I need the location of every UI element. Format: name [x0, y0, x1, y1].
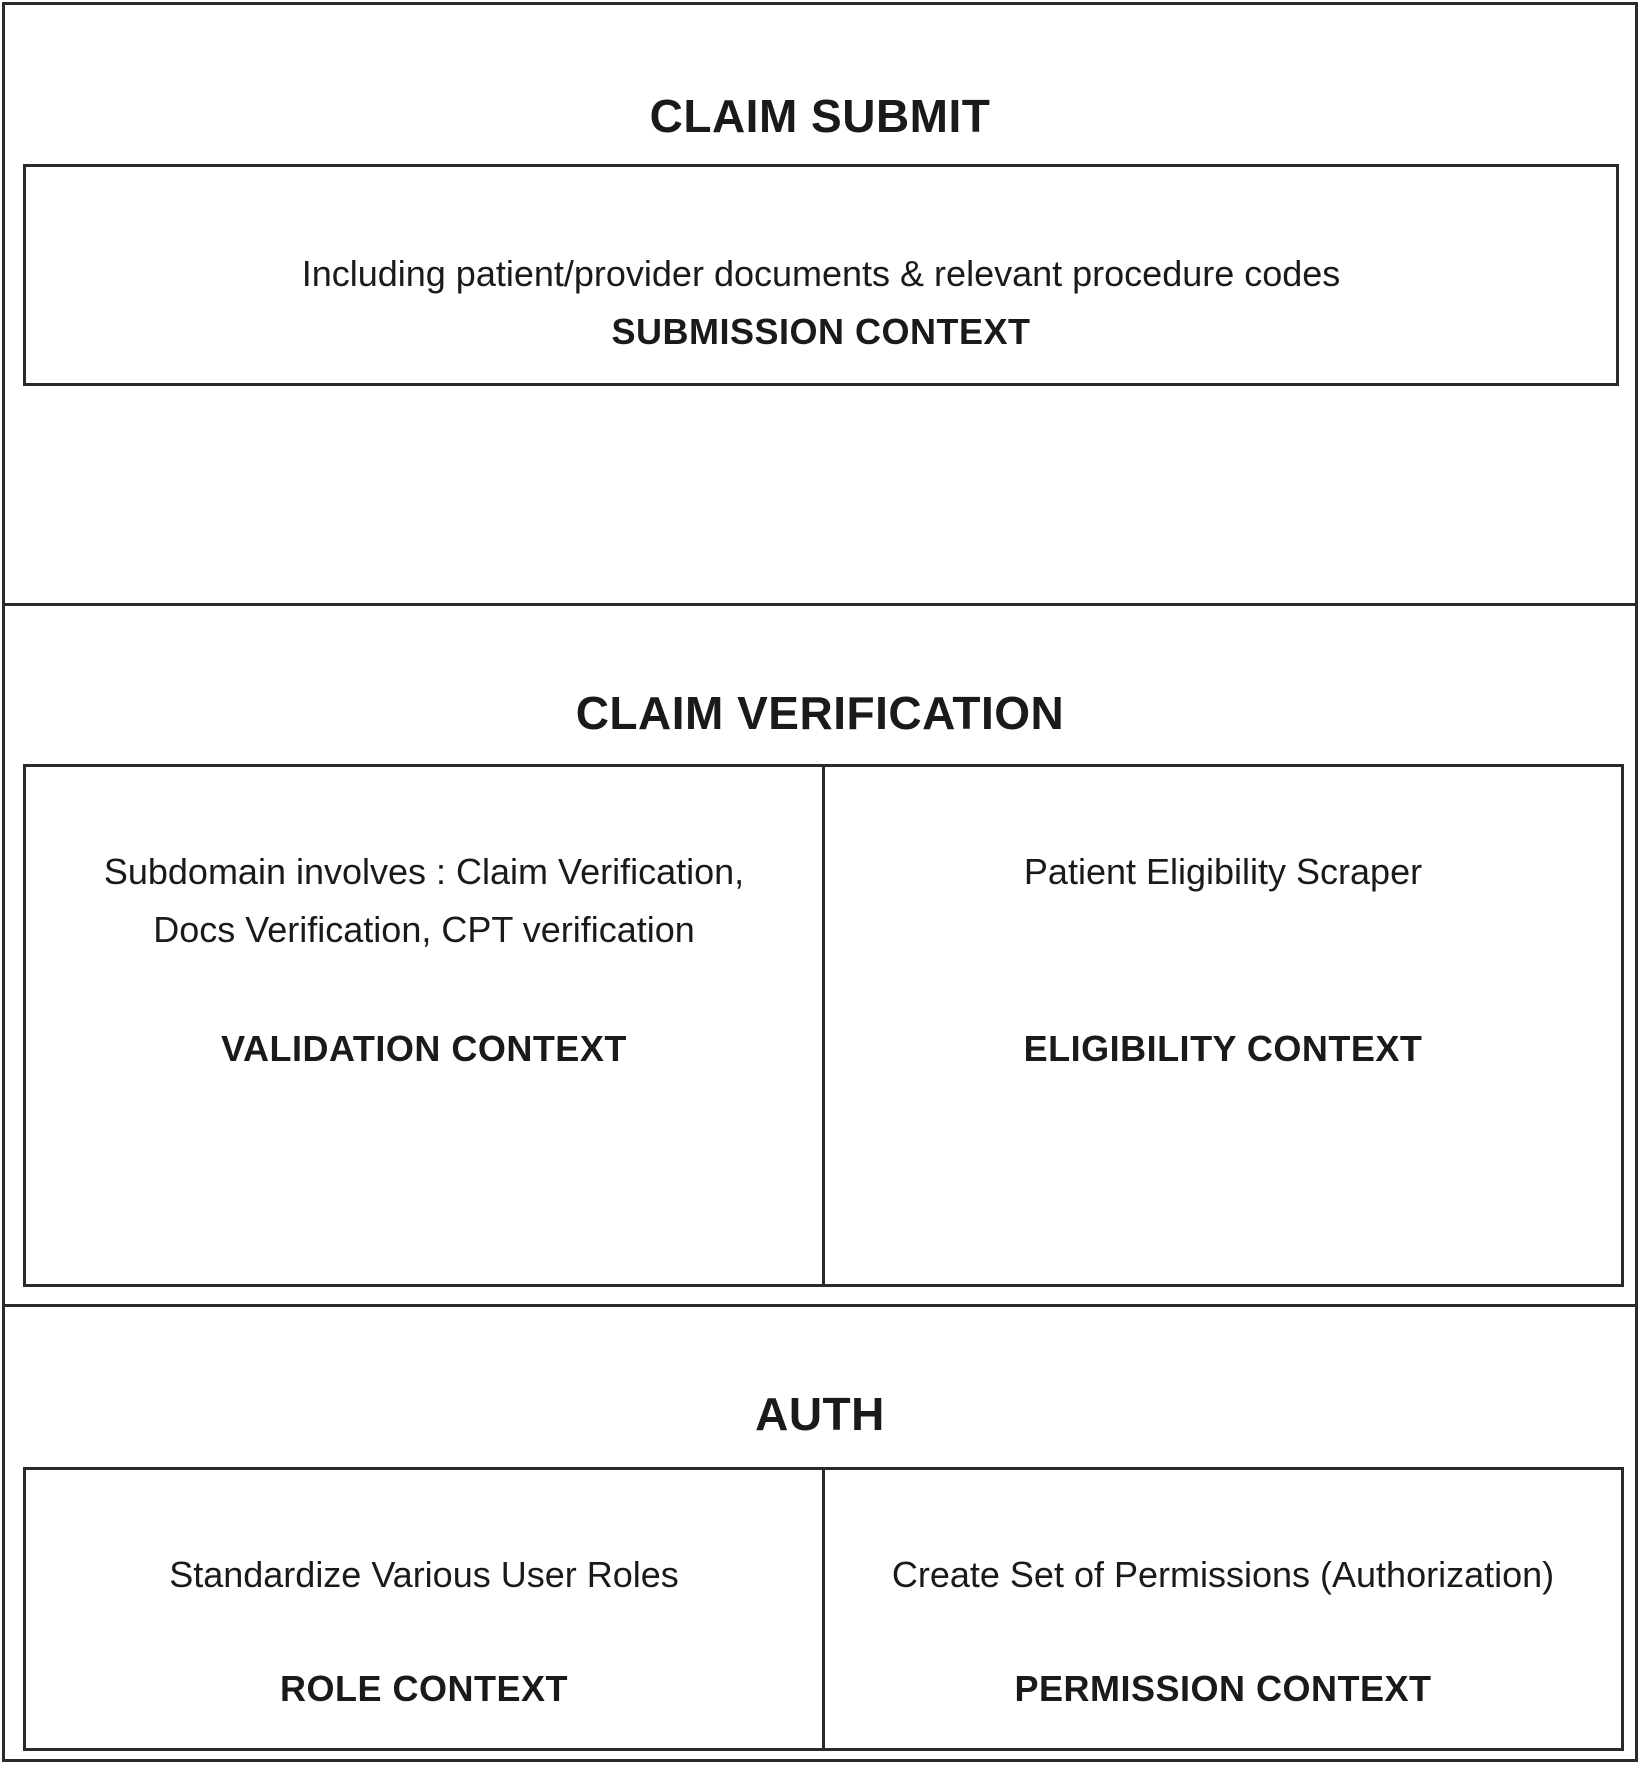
section-claim-verification: CLAIM VERIFICATION Subdomain involves : … [5, 603, 1635, 1304]
context-description-line: Including patient/provider documents & r… [301, 253, 1341, 294]
context-description-line: Patient Eligibility Scraper [1023, 851, 1423, 892]
role-context: Standardize Various User Roles ROLE CONT… [26, 1470, 822, 1748]
context-name: PERMISSION CONTEXT [1014, 1668, 1432, 1709]
eligibility-context: Patient Eligibility Scraper ELIGIBILITY … [822, 767, 1621, 1284]
context-description: Standardize Various User Roles [26, 1546, 822, 1604]
context-box: Standardize Various User Roles ROLE CONT… [23, 1467, 1624, 1751]
context-description: Patient Eligibility Scraper [825, 843, 1621, 901]
submission-context: Including patient/provider documents & r… [26, 167, 1616, 383]
validation-context: Subdomain involves : Claim Verification,… [26, 767, 822, 1284]
section-claim-submit: CLAIM SUBMIT Including patient/provider … [5, 5, 1635, 603]
section-title: CLAIM SUBMIT [649, 90, 991, 142]
section-title: CLAIM VERIFICATION [575, 687, 1065, 739]
context-description-line: Docs Verification, CPT verification [153, 909, 695, 950]
permission-context: Create Set of Permissions (Authorization… [822, 1470, 1621, 1748]
context-description: Create Set of Permissions (Authorization… [825, 1546, 1621, 1604]
context-box: Including patient/provider documents & r… [23, 164, 1619, 386]
section-title: AUTH [755, 1388, 885, 1440]
context-box: Subdomain involves : Claim Verification,… [23, 764, 1624, 1287]
context-description-line: Create Set of Permissions (Authorization… [891, 1554, 1555, 1595]
context-description: Subdomain involves : Claim Verification,… [26, 843, 822, 959]
context-name: ROLE CONTEXT [279, 1668, 568, 1709]
context-name: ELIGIBILITY CONTEXT [1023, 1028, 1423, 1069]
section-auth: AUTH Standardize Various User Roles ROLE… [5, 1304, 1635, 1759]
context-description-line: Subdomain involves : Claim Verification, [103, 851, 745, 892]
context-name: VALIDATION CONTEXT [221, 1028, 627, 1069]
bounded-context-diagram: CLAIM SUBMIT Including patient/provider … [2, 2, 1638, 1762]
context-description-line: Standardize Various User Roles [169, 1554, 679, 1595]
context-description: Including patient/provider documents & r… [26, 245, 1616, 303]
context-name: SUBMISSION CONTEXT [611, 311, 1031, 352]
